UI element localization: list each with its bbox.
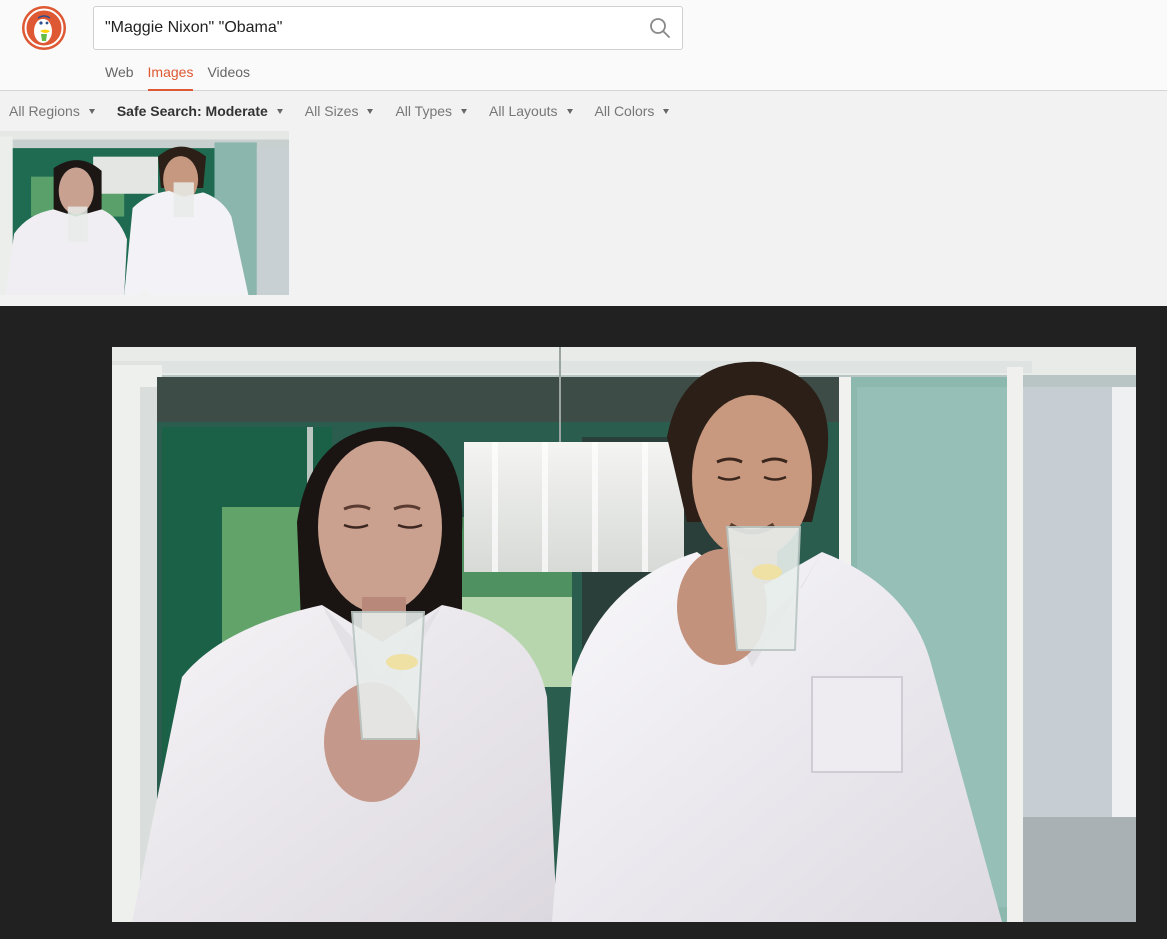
caret-down-icon (276, 108, 283, 114)
header: Web Images Videos (0, 0, 1167, 91)
search-icon (650, 18, 670, 38)
filter-layouts-label: All Layouts (489, 103, 558, 119)
filter-safe-search[interactable]: Safe Search: Moderate (117, 103, 283, 119)
filter-colors[interactable]: All Colors (595, 103, 670, 119)
caret-down-icon (367, 108, 374, 114)
tab-images[interactable]: Images (147, 62, 194, 91)
filter-bar: All Regions Safe Search: Moderate All Si… (0, 92, 1167, 130)
caret-down-icon (663, 108, 670, 114)
image-detail-panel (0, 306, 1167, 939)
search-button[interactable] (648, 16, 672, 40)
duckduckgo-logo[interactable] (21, 5, 67, 51)
filter-colors-label: All Colors (594, 103, 655, 119)
caret-down-icon (461, 108, 468, 114)
filter-regions-label: All Regions (9, 103, 80, 119)
tab-web[interactable]: Web (105, 62, 134, 91)
search-tabs: Web Images Videos (105, 62, 264, 91)
search-box (93, 6, 683, 50)
caret-down-icon (566, 108, 573, 114)
caret-down-icon (88, 108, 95, 114)
filter-types-label: All Types (395, 103, 453, 119)
filter-types[interactable]: All Types (395, 103, 468, 119)
filter-safe-search-label: Safe Search: Moderate (116, 103, 268, 119)
filter-sizes-label: All Sizes (304, 103, 359, 119)
search-input[interactable] (94, 7, 634, 49)
image-preview[interactable] (112, 347, 1136, 922)
tab-videos[interactable]: Videos (207, 62, 250, 91)
image-result-thumbnail[interactable] (0, 131, 289, 295)
filter-sizes[interactable]: All Sizes (305, 103, 374, 119)
filter-regions[interactable]: All Regions (9, 103, 95, 119)
selected-thumbnail-pointer (138, 288, 154, 296)
filter-layouts[interactable]: All Layouts (489, 103, 573, 119)
